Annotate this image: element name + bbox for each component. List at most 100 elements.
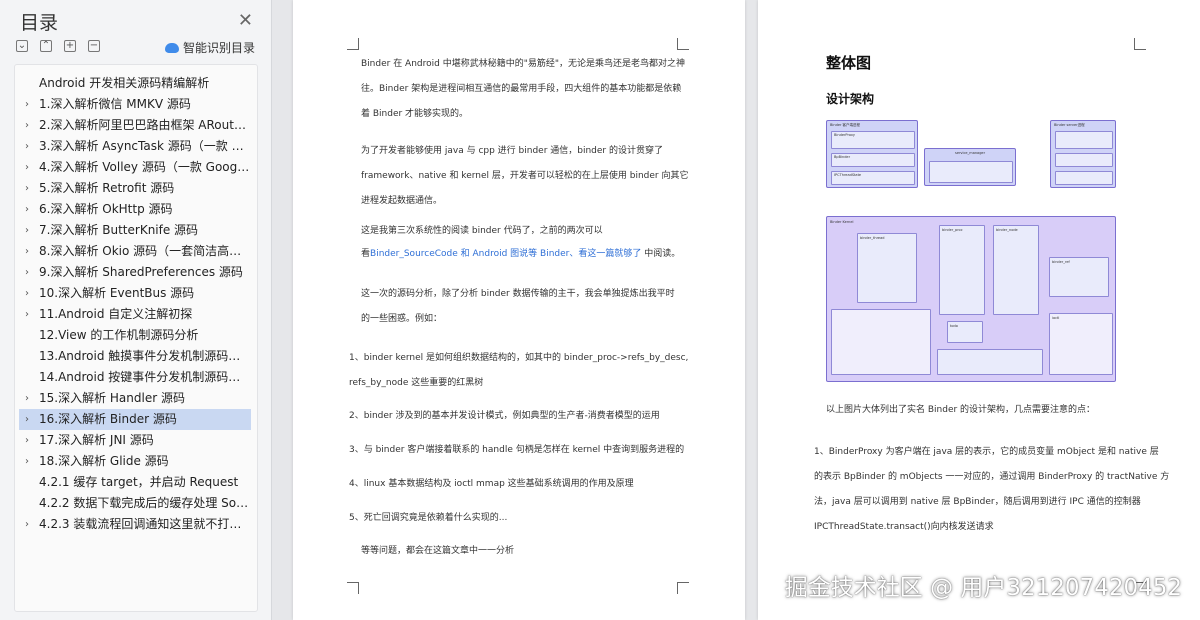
- chevron-right-icon[interactable]: ›: [25, 451, 29, 472]
- toc-toolbar: ⌄ ⌃ + − 智能识别目录: [16, 40, 257, 56]
- toc-item-label: 11.Android 自定义注解初探: [39, 307, 193, 321]
- collapse-all-icon[interactable]: ⌃: [40, 40, 52, 52]
- paragraph-line: 1、binder kernel 是如何组织数据结构的，如其中的 binder_p…: [349, 353, 689, 363]
- paragraph-line: 等等问题，都会在这篇文章中一一分析: [361, 546, 515, 556]
- diagram-caption: 以上图片大体列出了实名 Binder 的设计架构，几点需要注意的点：: [826, 405, 1096, 415]
- toc-item[interactable]: › 9.深入解析 SharedPreferences 源码: [19, 262, 251, 283]
- toc-item[interactable]: › 11.Android 自定义注解初探: [19, 304, 251, 325]
- toc-item[interactable]: › 5.深入解析 Retrofit 源码: [19, 178, 251, 199]
- paragraph-line: 这一次的源码分析，除了分析 binder 数据传输的主干，我会单独提炼出我平时: [361, 289, 675, 299]
- toc-item-label: 10.深入解析 EventBus 源码: [39, 286, 195, 300]
- reference-link[interactable]: Binder_SourceCode 和 Android 图说等 Binder、看…: [370, 249, 641, 259]
- chevron-right-icon[interactable]: ›: [25, 388, 29, 409]
- chevron-right-icon[interactable]: ›: [25, 199, 29, 220]
- toc-item-label: 9.深入解析 SharedPreferences 源码: [39, 265, 243, 279]
- paragraph-line: 法，java 层可以调用到 native 层 BpBinder，随后调用到进行 …: [814, 497, 1141, 507]
- paragraph-line: 进程发起数据通信。: [361, 196, 443, 206]
- toc-item-label: 12.View 的工作机制源码分析: [39, 328, 199, 342]
- toc-item[interactable]: › 15.深入解析 Handler 源码: [19, 388, 251, 409]
- toc-item-label: 17.深入解析 JNI 源码: [39, 433, 154, 447]
- chevron-right-icon[interactable]: ›: [25, 94, 29, 115]
- smart-toc-label: 智能识别目录: [182, 41, 255, 55]
- paragraph-line: 看Binder_SourceCode 和 Android 图说等 Binder、…: [361, 249, 681, 259]
- chevron-right-icon[interactable]: ›: [25, 220, 29, 241]
- toc-item[interactable]: › 10.深入解析 EventBus 源码: [19, 283, 251, 304]
- paragraph-line: 3、与 binder 客户端接着联系的 handle 句柄是怎样在 kernel…: [349, 445, 685, 455]
- toc-item[interactable]: 4.2.1 缓存 target，并启动 Request: [19, 472, 251, 493]
- toc-item[interactable]: 4.2.2 数据下载完成后的缓存处理 SourceGenerator.onDat…: [19, 493, 251, 514]
- binder-kernel-box: Binder Kernel binder_thread binder_proc …: [826, 216, 1116, 382]
- toc-item[interactable]: › 3.深入解析 AsyncTask 源码（一款 Android 内置的异步任务执…: [19, 136, 251, 157]
- toc-item[interactable]: › 7.深入解析 ButterKnife 源码: [19, 220, 251, 241]
- toc-item[interactable]: › 4.深入解析 Volley 源码（一款 Google 推出的网络请求框架）: [19, 157, 251, 178]
- expand-all-icon[interactable]: ⌄: [16, 40, 28, 52]
- chevron-right-icon[interactable]: ›: [25, 157, 29, 178]
- chevron-right-icon[interactable]: ›: [25, 304, 29, 325]
- close-icon[interactable]: ✕: [238, 10, 253, 31]
- paragraph-line: 为了开发者能够使用 java 与 cpp 进行 binder 通信，binder…: [361, 146, 663, 156]
- paragraph-line: 的一些困惑。例如：: [361, 314, 443, 324]
- paragraph-line: 往。Binder 架构是进程间相互通信的最常用手段，四大组件的基本功能都是依赖: [361, 84, 682, 94]
- chevron-right-icon[interactable]: ›: [25, 409, 29, 430]
- document-page-right: 整体图 设计架构 Binder 客户端进程 BinderProxy BpBind…: [758, 0, 1200, 620]
- toc-item-label: 4.2.2 数据下载完成后的缓存处理 SourceGenerator.onDat…: [39, 496, 251, 510]
- toc-list: Android 开发相关源码精编解析 › 1.深入解析微信 MMKV 源码 › 2.深入…: [14, 64, 258, 612]
- toc-item[interactable]: › 16.深入解析 Binder 源码: [19, 409, 251, 430]
- paragraph-line: 的表示 BpBinder 的 mObjects 一一对应的，通过调用 Binde…: [814, 472, 1170, 482]
- toc-item-label: 18.深入解析 Glide 源码: [39, 454, 169, 468]
- toc-item-label: 4.深入解析 Volley 源码（一款 Google 推出的网络请求框架）: [39, 160, 251, 174]
- chevron-right-icon[interactable]: ›: [25, 241, 29, 262]
- chevron-right-icon[interactable]: ›: [25, 514, 29, 535]
- paragraph-line: IPCThreadState.transact()向内核发送请求: [814, 522, 994, 532]
- chevron-right-icon[interactable]: ›: [25, 178, 29, 199]
- toc-item[interactable]: 12.View 的工作机制源码分析: [19, 325, 251, 346]
- toc-item-label: Android 开发相关源码精编解析: [39, 76, 210, 90]
- paragraph-line: refs_by_node 这些重要的红黑树: [349, 378, 484, 388]
- toc-item-label: 1.深入解析微信 MMKV 源码: [39, 97, 191, 111]
- section-heading: 整体图: [826, 54, 872, 72]
- toc-item-label: 14.Android 按键事件分发机制源码分析: [39, 370, 251, 384]
- chevron-right-icon[interactable]: ›: [25, 136, 29, 157]
- chevron-right-icon[interactable]: ›: [25, 115, 29, 136]
- paragraph-line: 4、linux 基本数据结构及 ioctl mmap 这些基础系统调用的作用及原…: [349, 479, 634, 489]
- toc-panel: 目录 ✕ ⌄ ⌃ + − 智能识别目录 Android 开发相关源码精编解析 › 1…: [0, 0, 272, 620]
- toc-item-label: 4.2.1 缓存 target，并启动 Request: [39, 475, 239, 489]
- toc-item[interactable]: › 4.2.3 装载流程回调通知这里就不打算细讲了: [19, 514, 251, 535]
- toc-item-label: 5.深入解析 Retrofit 源码: [39, 181, 175, 195]
- smart-toc-button[interactable]: 智能识别目录: [164, 39, 255, 56]
- chevron-right-icon[interactable]: ›: [25, 430, 29, 451]
- toc-item[interactable]: › 6.深入解析 OkHttp 源码: [19, 199, 251, 220]
- toc-item[interactable]: Android 开发相关源码精编解析: [19, 73, 251, 94]
- toc-header: 目录 ✕: [14, 8, 257, 38]
- crop-mark: [347, 38, 359, 50]
- add-entry-icon[interactable]: +: [64, 40, 76, 52]
- paragraph-line: Binder 在 Android 中堪称武林秘籍中的"易筋经"，无论是乘鸟还是老…: [361, 59, 685, 69]
- document-page-left: Binder 在 Android 中堪称武林秘籍中的"易筋经"，无论是乘鸟还是老…: [293, 0, 745, 620]
- toc-item[interactable]: › 2.深入解析阿里巴巴路由框架 ARouter 源码: [19, 115, 251, 136]
- crop-mark: [347, 582, 359, 594]
- watermark: 掘金技术社区 @ 用户321207420452: [784, 575, 1182, 601]
- toc-item[interactable]: › 18.深入解析 Glide 源码: [19, 451, 251, 472]
- toc-item[interactable]: › 8.深入解析 Okio 源码（一套简洁高效的 I/O 库）: [19, 241, 251, 262]
- subsection-heading: 设计架构: [826, 92, 875, 106]
- crop-mark: [677, 38, 689, 50]
- client-process-box: Binder 客户端进程 BinderProxy BpBinder IPCThr…: [826, 120, 918, 188]
- toc-item[interactable]: › 17.深入解析 JNI 源码: [19, 430, 251, 451]
- toc-item[interactable]: 13.Android 触摸事件分发机制源码分析: [19, 346, 251, 367]
- toc-item-label: 2.深入解析阿里巴巴路由框架 ARouter 源码: [39, 118, 251, 132]
- toc-item-label: 3.深入解析 AsyncTask 源码（一款 Android 内置的异步任务执行…: [39, 139, 251, 153]
- server-process-box: Binder server进程: [1050, 120, 1116, 188]
- binder-architecture-diagram: Binder 客户端进程 BinderProxy BpBinder IPCThr…: [826, 120, 1116, 382]
- remove-entry-icon[interactable]: −: [88, 40, 100, 52]
- cloud-icon: [164, 42, 179, 53]
- toc-item[interactable]: 14.Android 按键事件分发机制源码分析: [19, 367, 251, 388]
- chevron-right-icon[interactable]: ›: [25, 262, 29, 283]
- chevron-right-icon[interactable]: ›: [25, 283, 29, 304]
- toc-item-label: 13.Android 触摸事件分发机制源码分析: [39, 349, 251, 363]
- toc-item-label: 16.深入解析 Binder 源码: [39, 412, 177, 426]
- crop-mark: [1134, 38, 1146, 50]
- toc-item-label: 15.深入解析 Handler 源码: [39, 391, 185, 405]
- toc-item[interactable]: › 1.深入解析微信 MMKV 源码: [19, 94, 251, 115]
- paragraph-line: 2、binder 涉及到的基本并发设计模式，例如典型的生产者-消费者模型的运用: [349, 411, 660, 421]
- toc-item-label: 7.深入解析 ButterKnife 源码: [39, 223, 199, 237]
